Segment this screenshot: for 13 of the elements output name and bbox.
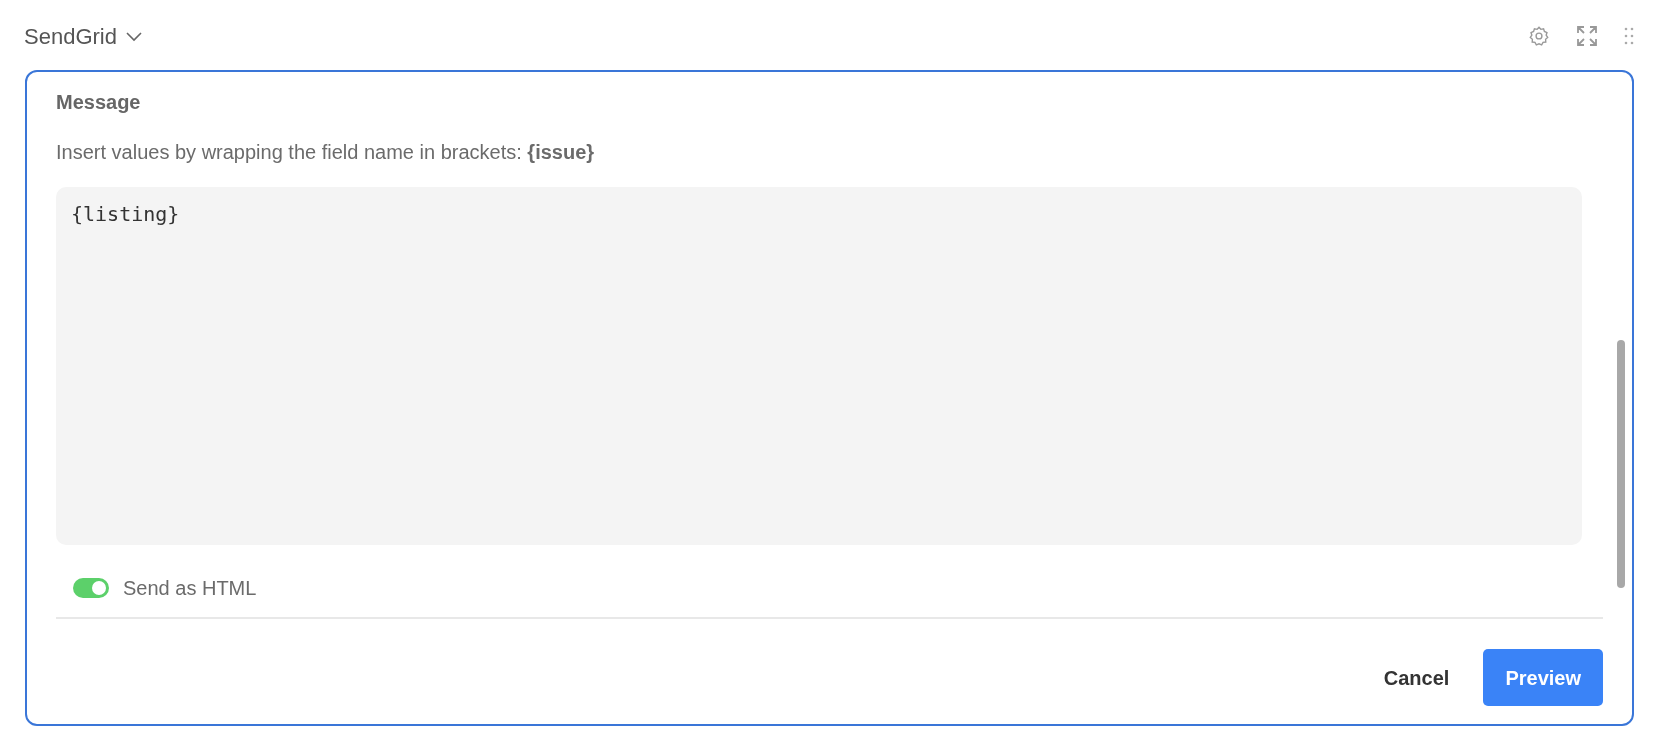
- cancel-button[interactable]: Cancel: [1363, 649, 1470, 706]
- hint-text: Insert values by wrapping the field name in brackets: {issue}: [56, 140, 596, 165]
- source-title: SendGrid: [24, 22, 117, 51]
- message-input[interactable]: {listing}: [56, 187, 1582, 545]
- toggle-switch[interactable]: [73, 578, 109, 598]
- toggle-label: Send as HTML: [123, 576, 257, 601]
- chevron-down-icon[interactable]: [124, 30, 143, 42]
- settings-icon[interactable]: [1528, 25, 1550, 47]
- drag-handle-icon[interactable]: [1624, 26, 1634, 46]
- scrollbar-thumb[interactable]: [1617, 340, 1625, 588]
- preview-button[interactable]: Preview: [1483, 649, 1603, 706]
- expand-icon[interactable]: [1576, 25, 1598, 47]
- field-label: Message: [56, 90, 142, 115]
